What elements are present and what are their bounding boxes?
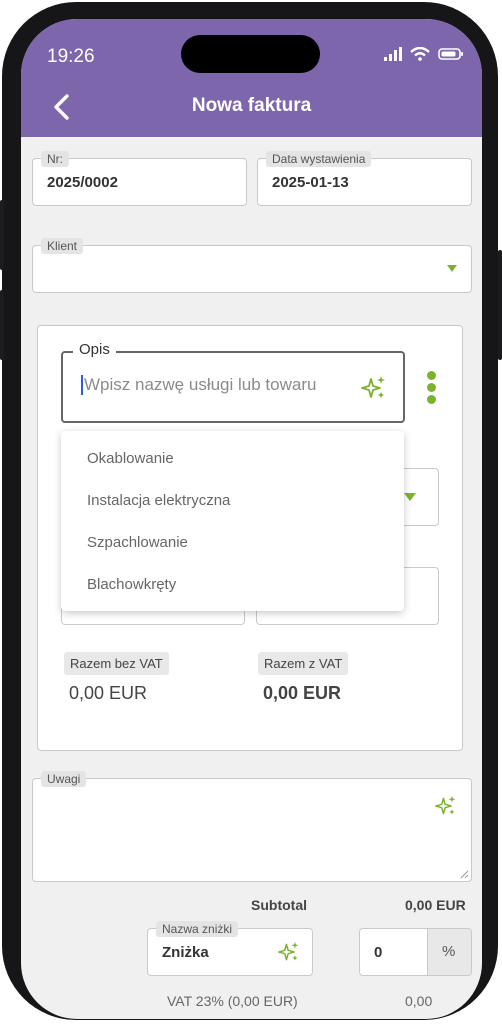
description-input[interactable]: Opis Wpisz nazwę usługi lub towaru (61, 341, 405, 423)
discount-percent-field[interactable]: 0 % (359, 928, 472, 976)
description-placeholder: Wpisz nazwę usługi lub towaru (81, 375, 316, 395)
power-button (498, 250, 502, 360)
issue-date-field[interactable]: Data wystawienia 2025-01-13 (257, 151, 472, 206)
suggestions-dropdown: Okablowanie Instalacja elektryczna Szpac… (61, 431, 404, 611)
suggestion-item[interactable]: Instalacja elektryczna (87, 492, 230, 509)
signal-icon (384, 47, 402, 61)
volume-button (0, 200, 4, 270)
issue-date-label: Data wystawienia (266, 151, 372, 167)
description-label: Opis (73, 341, 116, 358)
status-icons (384, 47, 464, 61)
discount-name-field[interactable]: Nazwa zniżki Zniżka (147, 921, 313, 976)
dynamic-island (181, 35, 320, 73)
suggestion-item[interactable]: Blachowkręty (87, 576, 176, 593)
discount-percent-value: 0 (374, 944, 383, 961)
notes-label: Uwagi (41, 771, 87, 787)
caret-down-icon (404, 493, 416, 501)
wifi-icon (410, 47, 430, 61)
vat-value: 0,00 (405, 993, 433, 1009)
kebab-menu-icon[interactable] (425, 371, 437, 407)
screen: 19:26 Nowa faktura Nr: 2025/0002 Data wy… (21, 19, 482, 1019)
percent-addon: % (427, 929, 471, 975)
client-select[interactable]: Klient (32, 238, 472, 293)
resize-handle-icon[interactable] (459, 869, 469, 879)
volume-button (0, 290, 4, 360)
suggestion-item[interactable]: Okablowanie (87, 450, 174, 467)
vat-label: VAT 23% (0,00 EUR) (167, 993, 298, 1009)
sparkle-icon[interactable] (361, 375, 387, 401)
invoice-number-value: 2025/0002 (47, 174, 118, 191)
sparkle-icon[interactable] (435, 795, 457, 817)
suggestion-item[interactable]: Szpachlowanie (87, 534, 188, 551)
subtotal-value: 0,00 EUR (405, 897, 466, 913)
percent-unit: % (442, 943, 456, 960)
invoice-number-field[interactable]: Nr: 2025/0002 (32, 151, 247, 206)
gross-total-value: 0,00 EUR (263, 683, 342, 703)
net-total-label: Razem bez VAT (64, 652, 169, 675)
status-time: 19:26 (47, 46, 95, 67)
app-header: 19:26 Nowa faktura (21, 19, 482, 137)
discount-name-value: Zniżka (162, 944, 209, 961)
gross-total-label: Razem z VAT (258, 652, 349, 675)
client-label: Klient (41, 238, 84, 254)
notes-textarea[interactable]: Uwagi (32, 771, 472, 882)
net-total-value: 0,00 EUR (69, 683, 148, 703)
issue-date-value: 2025-01-13 (272, 174, 349, 191)
subtotal-label: Subtotal (251, 897, 307, 913)
page-title: Nowa faktura (191, 95, 312, 116)
battery-icon (438, 48, 463, 60)
invoice-number-label: Nr: (41, 151, 69, 167)
caret-down-icon (447, 265, 457, 272)
discount-name-label: Nazwa zniżki (156, 921, 239, 937)
sparkle-icon[interactable] (278, 941, 300, 963)
